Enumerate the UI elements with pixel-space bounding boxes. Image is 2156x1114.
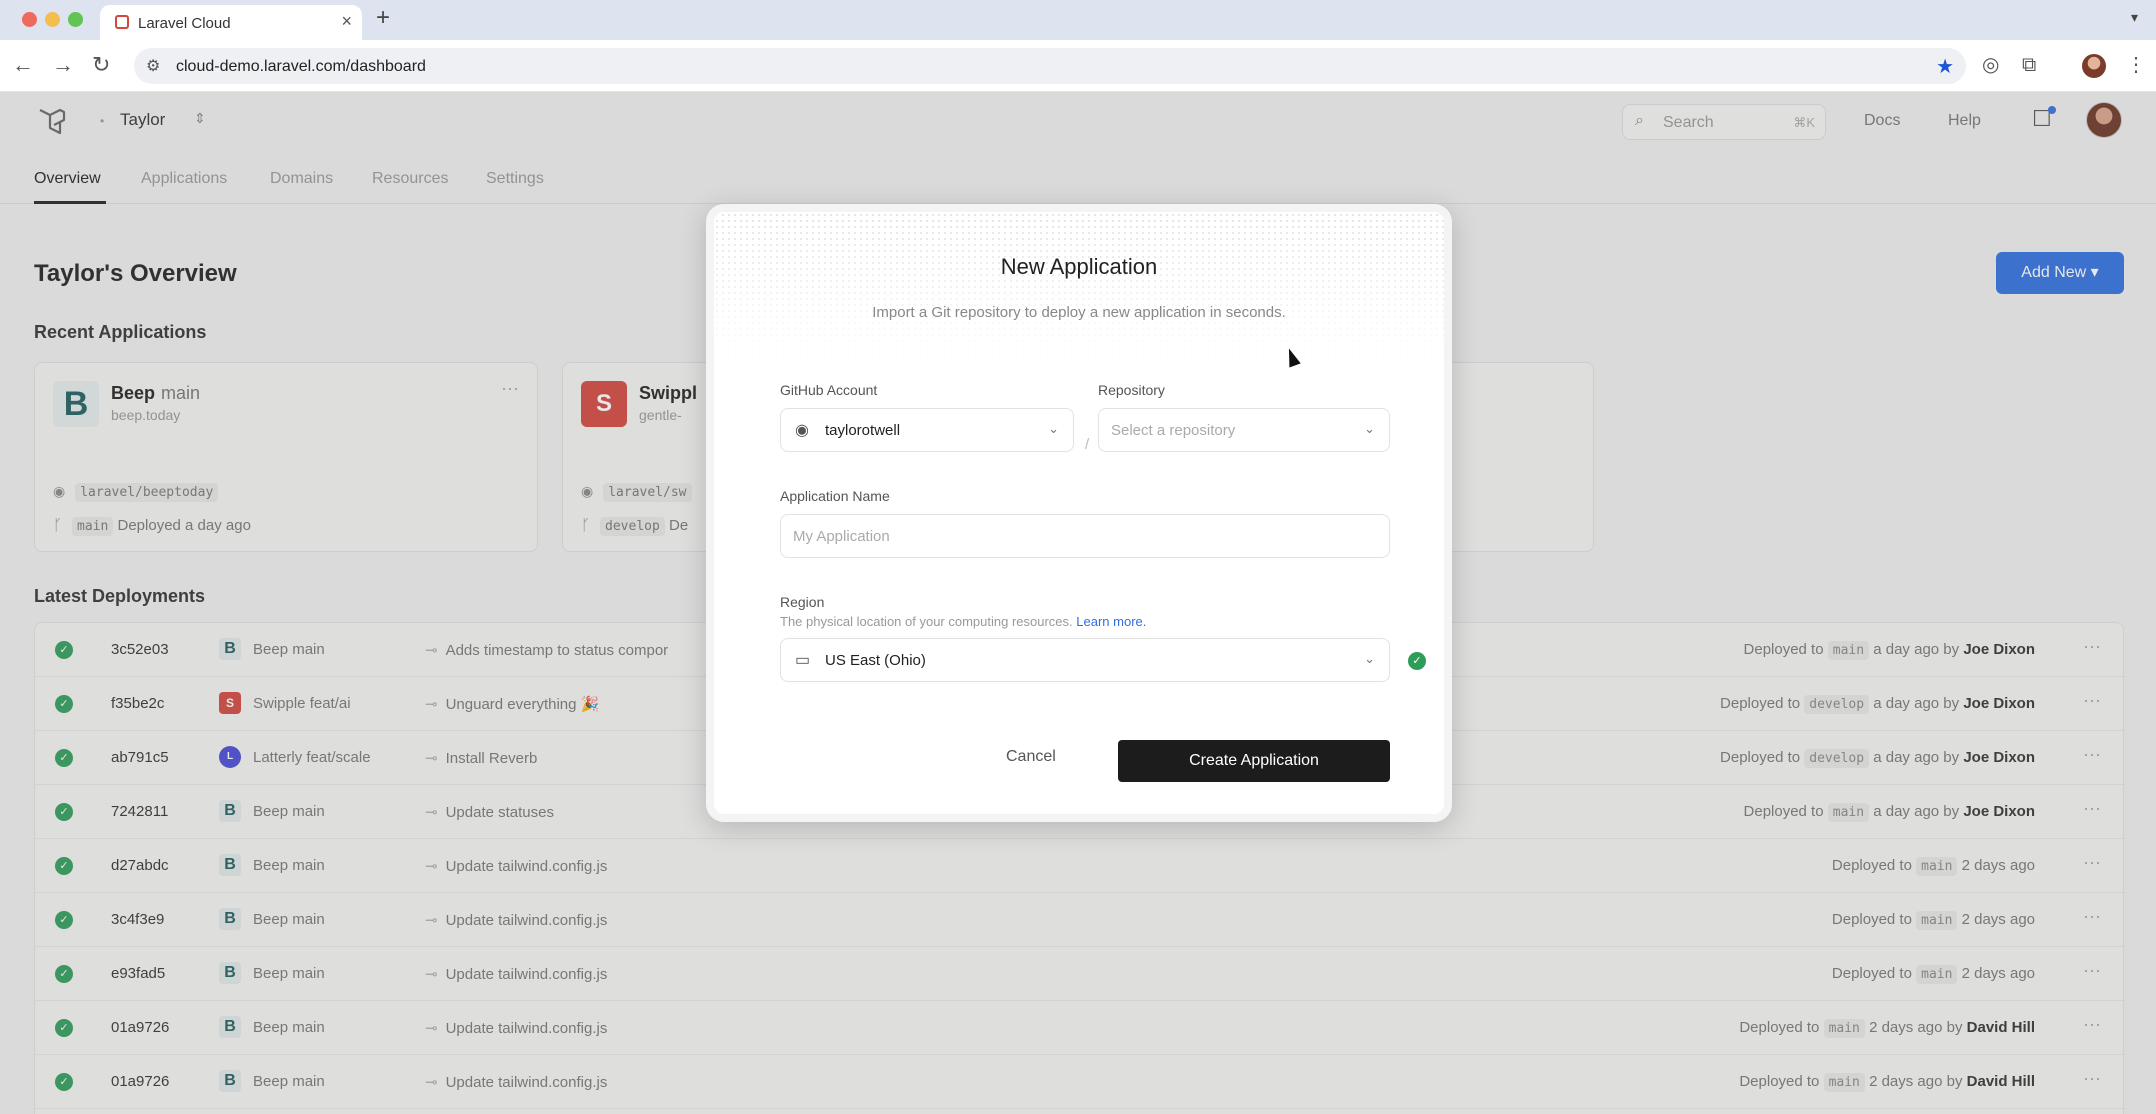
- extensions-puzzle-icon[interactable]: ⧉: [2022, 54, 2036, 76]
- modal-dot-pattern: [714, 212, 1444, 362]
- reload-icon[interactable]: ↻: [92, 52, 110, 78]
- server-icon: ▭: [795, 652, 811, 669]
- github-account-value: taylorotwell: [825, 422, 901, 439]
- application-name-placeholder: My Application: [793, 528, 890, 545]
- region-hint-text: The physical location of your computing …: [780, 614, 1073, 629]
- back-arrow-icon[interactable]: ←: [12, 52, 34, 78]
- browser-menu-icon[interactable]: ⋮: [2126, 54, 2146, 76]
- laravel-favicon-icon: [115, 15, 129, 29]
- forward-arrow-icon[interactable]: →: [52, 52, 74, 78]
- window-zoom-button[interactable]: [68, 12, 83, 27]
- github-icon: ◉: [795, 422, 809, 439]
- application-name-label: Application Name: [780, 488, 890, 504]
- chevron-down-icon: ⌄: [1364, 651, 1375, 666]
- separator-slash: /: [1085, 436, 1090, 453]
- create-application-button[interactable]: Create Application: [1118, 740, 1390, 782]
- browser-tab-strip: Laravel Cloud × + ▾: [0, 0, 2156, 40]
- region-status-check-icon: ✓: [1408, 652, 1426, 670]
- new-tab-button[interactable]: +: [376, 4, 390, 32]
- region-value: US East (Ohio): [825, 652, 926, 669]
- region-select[interactable]: ▭ US East (Ohio) ⌄: [780, 638, 1390, 682]
- address-bar[interactable]: ⚙ cloud-demo.laravel.com/dashboard ★: [134, 48, 1966, 84]
- close-tab-icon[interactable]: ×: [341, 11, 352, 32]
- github-account-select[interactable]: ◉ taylorotwell ⌄: [780, 408, 1074, 452]
- application-name-input[interactable]: My Application: [780, 514, 1390, 558]
- learn-more-link[interactable]: Learn more.: [1076, 614, 1146, 629]
- address-url[interactable]: cloud-demo.laravel.com/dashboard: [176, 58, 426, 76]
- extension-icon[interactable]: ◎: [1982, 54, 1999, 76]
- browser-tab[interactable]: Laravel Cloud ×: [100, 5, 362, 40]
- chevron-down-icon: ⌄: [1048, 421, 1059, 436]
- bookmark-star-icon[interactable]: ★: [1936, 54, 1954, 79]
- browser-tab-title: Laravel Cloud: [138, 15, 231, 32]
- cancel-button[interactable]: Cancel: [1006, 748, 1056, 766]
- window-close-button[interactable]: [22, 12, 37, 27]
- window-minimize-button[interactable]: [45, 12, 60, 27]
- modal-title: New Application: [1000, 254, 1158, 279]
- region-label: Region: [780, 594, 825, 610]
- new-application-modal: New Application Import a Git repository …: [706, 204, 1452, 822]
- repository-label: Repository: [1098, 382, 1165, 398]
- region-hint: The physical location of your computing …: [780, 614, 1146, 629]
- repository-select[interactable]: Select a repository ⌄: [1098, 408, 1390, 452]
- github-account-label: GitHub Account: [780, 382, 878, 398]
- browser-profile-avatar[interactable]: [2082, 54, 2106, 78]
- chevron-down-icon: ⌄: [1364, 421, 1375, 436]
- tab-search-chevron-icon[interactable]: ▾: [2131, 9, 2138, 26]
- site-settings-icon[interactable]: ⚙: [146, 56, 160, 76]
- browser-toolbar: ← → ↻ ⚙ cloud-demo.laravel.com/dashboard…: [0, 40, 2156, 92]
- modal-subtitle: Import a Git repository to deploy a new …: [872, 304, 1286, 321]
- repository-placeholder: Select a repository: [1111, 422, 1236, 439]
